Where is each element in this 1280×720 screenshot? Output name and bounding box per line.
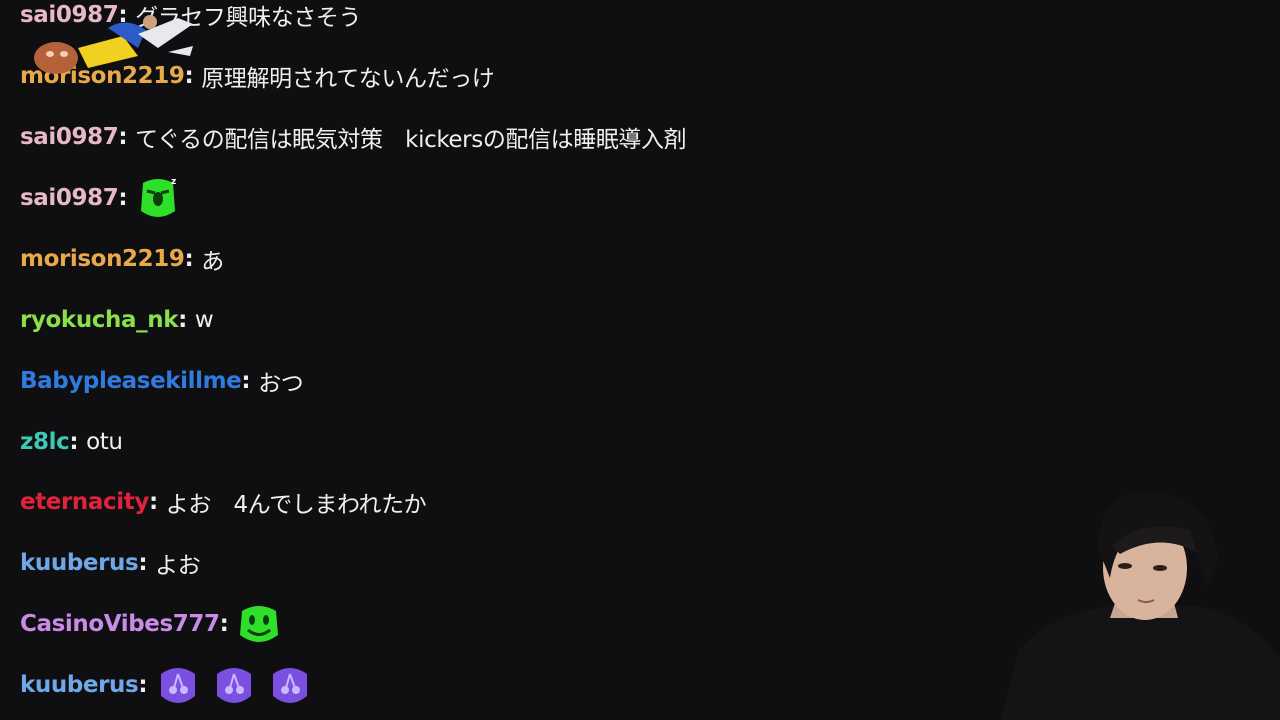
chat-text: よお [155, 553, 201, 579]
chat-message: ryokucha_nk: w [20, 300, 214, 340]
stream-view: sai0987: グラセフ興味なさそう morison2219: 原理解明されてない… [0, 0, 1280, 720]
cherry-purple-emote-icon [217, 668, 252, 703]
chat-separator: : [69, 429, 79, 455]
chat-separator: : [241, 368, 251, 394]
chat-username: kuuberus [20, 550, 139, 576]
chat-message: kuuberus: [20, 665, 323, 705]
chat-text: おつ [258, 371, 304, 397]
chat-message: Babypleasekillme: おつ [20, 361, 304, 401]
chat-username: kuuberus [20, 672, 139, 698]
chat-username: z8lc [20, 429, 70, 455]
chat-username: eternacity [20, 489, 149, 515]
chat-separator: : [178, 307, 187, 333]
chat-message: z8lc: otu [20, 422, 123, 462]
chat-text: w [194, 307, 214, 333]
chat-separator: : [219, 611, 229, 637]
chat-message: eternacity: よお 4んでしまわれたか [20, 482, 427, 522]
chat-separator: : [148, 489, 158, 515]
cherry-purple-emote-icon [161, 668, 196, 703]
chat-message: sai0987: z [20, 177, 191, 218]
chat-username: sai0987 [20, 185, 119, 211]
cherry-purple-emote-icon [273, 668, 308, 703]
chat-message: CasinoVibes777: [20, 604, 292, 644]
webcam-feed [1000, 488, 1280, 720]
animated-sticker-overlay [34, 15, 193, 74]
chat-username: sai0987 [20, 124, 119, 150]
chat-username: ryokucha_nk [20, 307, 179, 333]
chat-username: Babypleasekillme [20, 368, 242, 394]
svg-text:z: z [171, 177, 176, 187]
chat-message: morison2219: あ [20, 239, 224, 279]
chat-separator: : [118, 124, 128, 150]
chat-separator: : [138, 672, 148, 698]
chat-separator: : [184, 246, 194, 272]
smile-green-emote-icon [240, 606, 279, 642]
chat-text: てぐるの配信は眠気対策 kickersの配信は睡眠導入剤 [135, 127, 687, 153]
chat-text: otu [86, 429, 123, 455]
chat-separator: : [138, 550, 148, 576]
chat-text: あ [201, 249, 224, 275]
sleepy-green-emote-icon: z [141, 177, 177, 217]
chat-username: morison2219 [20, 246, 185, 272]
chat-message: sai0987: てぐるの配信は眠気対策 kickersの配信は睡眠導入剤 [20, 117, 687, 157]
chat-text: 原理解明されてないんだっけ [201, 66, 495, 92]
chat-message: kuuberus: よお [20, 543, 201, 583]
chat-separator: : [118, 185, 128, 211]
chat-text: よお 4んでしまわれたか [165, 492, 427, 518]
chat-username: CasinoVibes777 [20, 611, 220, 637]
